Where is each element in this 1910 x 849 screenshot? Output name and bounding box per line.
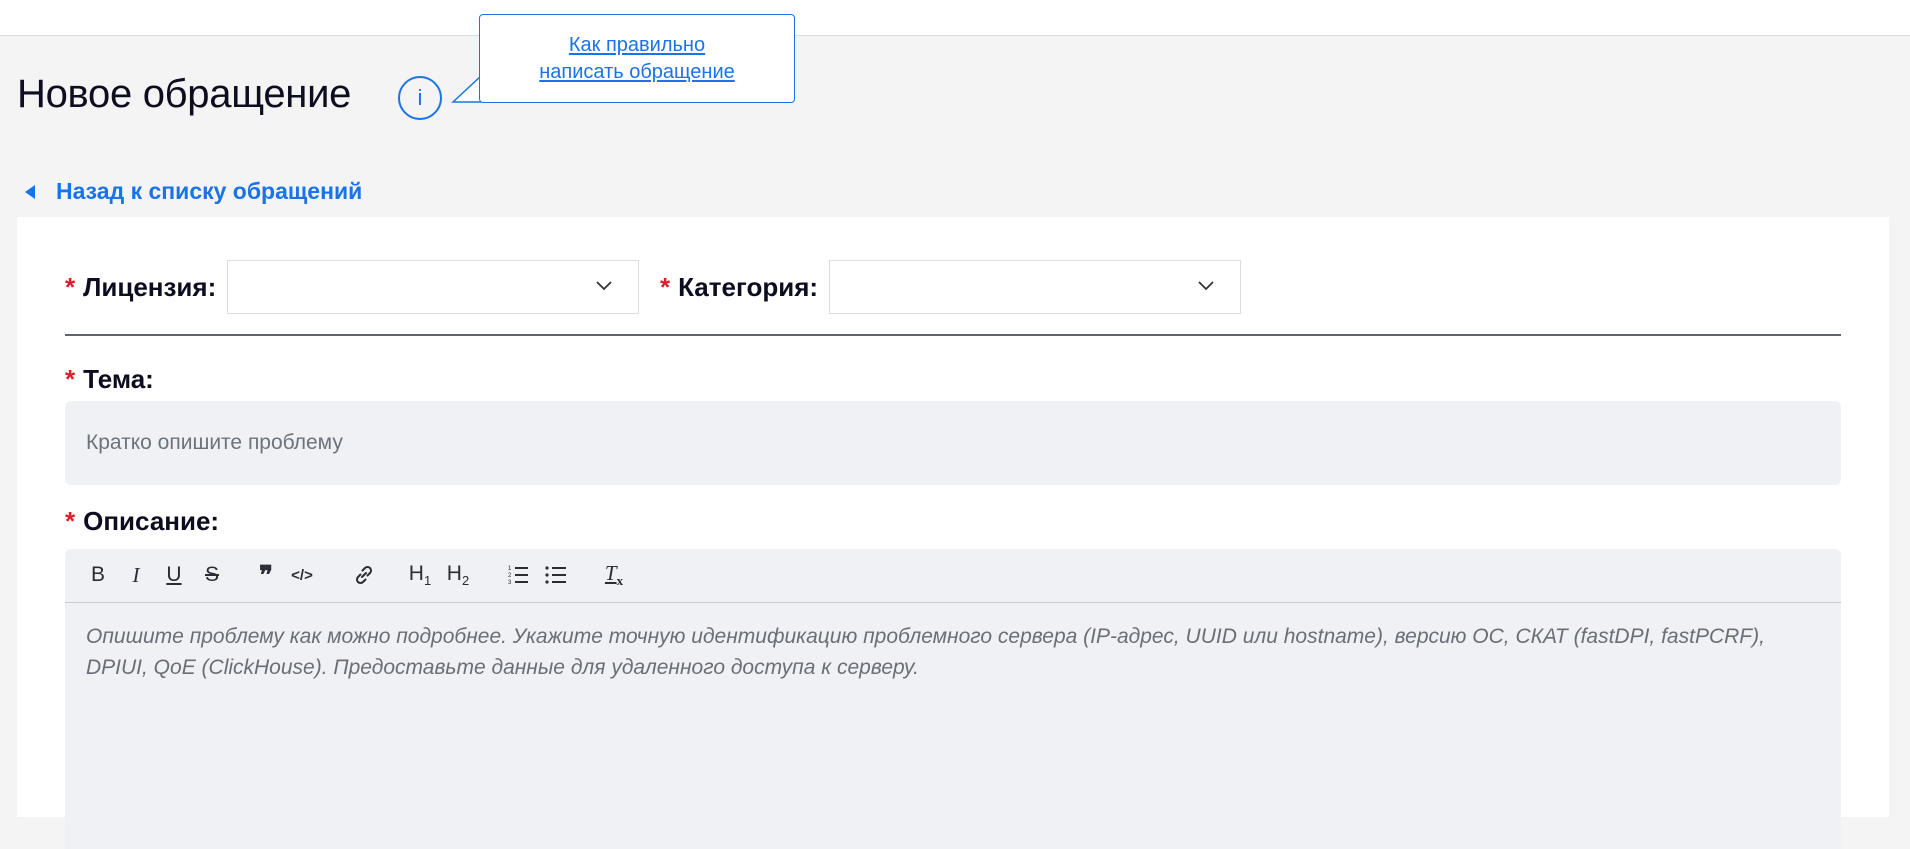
top-bar [0, 0, 1910, 36]
clear-format-icon: Tx [605, 561, 623, 589]
help-link-line1[interactable]: Как правильно [569, 32, 705, 59]
link-icon [355, 565, 373, 585]
page-title: Новое обращение [17, 72, 352, 116]
category-label-text: Категория: [678, 272, 819, 302]
ordered-list-icon: 123 [508, 566, 528, 585]
form-card: *Лицензия: *Категория: *Тема: *Описание:… [17, 217, 1889, 849]
subject-label: * Тема: [65, 364, 154, 395]
help-link-line2[interactable]: написать обращение [539, 59, 735, 86]
h1-letter: H [408, 561, 424, 585]
clear-format-letter: T [604, 560, 617, 585]
category-label: * Категория: [660, 272, 818, 303]
svg-text:3: 3 [508, 580, 512, 585]
h2-letter: H [446, 561, 462, 585]
svg-text:1: 1 [508, 566, 512, 572]
heading1-icon: H1 [409, 562, 431, 588]
clear-format-x: x [616, 573, 624, 589]
bullet-list-button[interactable] [543, 559, 569, 591]
strike-button[interactable]: S [199, 559, 225, 591]
quote-icon: ❞ [259, 559, 273, 590]
bold-button[interactable]: B [85, 559, 111, 591]
required-mark: * [65, 364, 76, 394]
help-tooltip: Как правильно написать обращение [479, 14, 795, 103]
link-button[interactable] [351, 559, 377, 591]
h1-sub: 1 [423, 573, 432, 589]
strikethrough-icon: S [204, 563, 219, 586]
caret-left-icon [25, 184, 35, 199]
back-link-label: Назад к списку обращений [56, 178, 363, 204]
license-label: * Лицензия: [65, 272, 216, 303]
chevron-down-icon [1198, 281, 1214, 291]
h2-sub: 2 [461, 573, 470, 589]
heading2-icon: H2 [447, 562, 469, 588]
license-select[interactable] [227, 260, 639, 314]
italic-button[interactable]: I [123, 559, 149, 591]
h1-button[interactable]: H1 [407, 559, 433, 591]
info-icon[interactable]: i [398, 76, 442, 120]
required-mark: * [65, 272, 76, 302]
bullet-list-icon [545, 566, 566, 584]
underline-icon: U [166, 563, 182, 586]
h2-button[interactable]: H2 [445, 559, 471, 591]
underline-button[interactable]: U [161, 559, 187, 591]
description-label-text: Описание: [83, 506, 220, 536]
subject-input[interactable] [65, 401, 1841, 485]
svg-text:2: 2 [508, 573, 512, 579]
quote-button[interactable]: ❞ [253, 559, 279, 591]
description-editor[interactable]: B I U S ❞ </> H1 H2 1 2 3 Tx Опишите про… [65, 549, 1841, 849]
required-mark: * [65, 506, 76, 536]
ordered-list-button[interactable]: 123 [505, 559, 531, 591]
code-icon: </> [291, 566, 313, 584]
bold-icon: B [90, 563, 105, 586]
back-to-list-link[interactable]: Назад к списку обращений [25, 178, 362, 205]
required-mark: * [660, 272, 671, 302]
italic-icon: I [132, 562, 140, 587]
license-label-text: Лицензия: [83, 272, 217, 302]
section-divider [65, 334, 1841, 336]
description-label: * Описание: [65, 506, 219, 537]
subject-label-text: Тема: [83, 364, 154, 394]
code-button[interactable]: </> [289, 559, 315, 591]
description-placeholder[interactable]: Опишите проблему как можно подробнее. Ук… [65, 603, 1841, 701]
category-select[interactable] [829, 260, 1241, 314]
chevron-down-icon [596, 281, 612, 291]
clear-format-button[interactable]: Tx [601, 559, 627, 591]
editor-toolbar: B I U S ❞ </> H1 H2 1 2 3 Tx [65, 549, 1841, 603]
